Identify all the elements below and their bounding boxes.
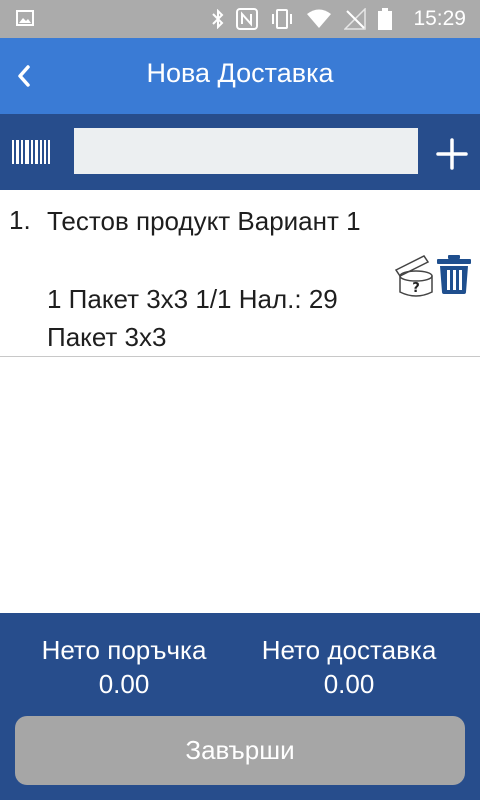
barcode-icon[interactable] [12, 140, 50, 164]
wifi-icon [307, 9, 331, 28]
status-time: 15:29 [413, 7, 466, 30]
delivery-total-label: Нето доставка [261, 635, 437, 665]
item-name: Тестов продукт Вариант 1 [47, 206, 361, 236]
page-title: Нова Доставка [146, 58, 334, 88]
status-icons [212, 8, 392, 30]
list-item[interactable]: 1. Тестов продукт Вариант 1 1 Пакет 3x3 … [0, 190, 480, 357]
app-bar: Нова Доставка [0, 38, 480, 114]
item-detail: 1 Пакет 3x3 1/1 Нал.: 29 Пакет 3x3 [47, 284, 338, 352]
item-number: 1. [9, 205, 31, 235]
no-signal-icon [344, 8, 366, 30]
trash-icon[interactable] [436, 254, 472, 294]
status-bar: 15:29 [0, 0, 480, 38]
bluetooth-icon [212, 9, 224, 29]
search-input[interactable] [74, 128, 418, 174]
search-bar [0, 114, 480, 190]
totals-footer: Нето поръчка 0.00 Нето доставка 0.00 Зав… [0, 613, 480, 800]
finish-button[interactable]: Завърши [15, 716, 465, 785]
delivery-list: 1. Тестов продукт Вариант 1 1 Пакет 3x3 … [0, 190, 480, 357]
battery-icon [378, 8, 392, 30]
vibrate-icon [272, 9, 292, 29]
svg-text:?: ? [412, 281, 420, 296]
order-total-label: Нето поръчка [41, 635, 207, 665]
order-total: Нето поръчка 0.00 [4, 633, 244, 701]
nfc-icon [236, 8, 258, 30]
delivery-total: Нето доставка 0.00 [229, 633, 469, 701]
delivery-total-value: 0.00 [323, 669, 375, 699]
order-total-value: 0.00 [98, 669, 150, 699]
image-icon [16, 10, 34, 26]
plus-icon[interactable] [434, 136, 470, 172]
unknown-package-icon[interactable]: ? [394, 254, 436, 300]
